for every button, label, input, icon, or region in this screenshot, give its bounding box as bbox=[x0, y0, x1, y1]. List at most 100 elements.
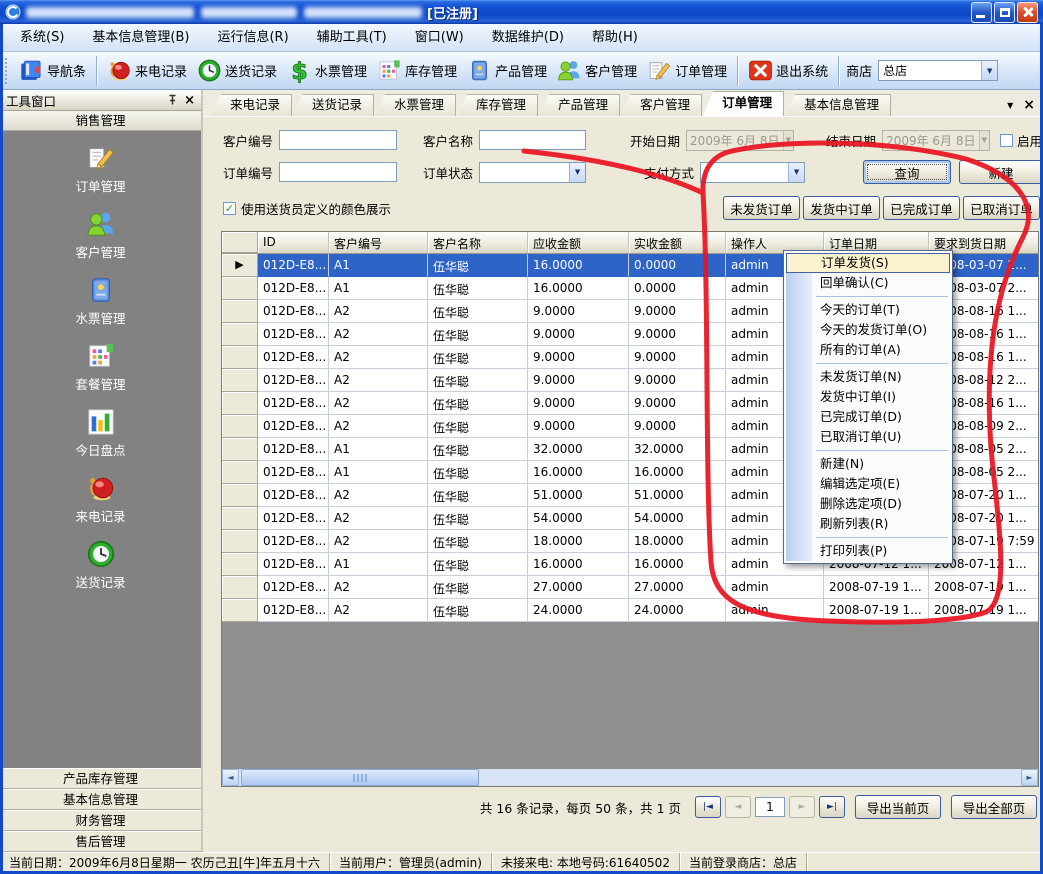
next-page-button[interactable]: ► bbox=[789, 796, 815, 818]
context-menu-item[interactable]: 已取消订单(U) bbox=[784, 427, 952, 447]
export-current-page-button[interactable]: 导出当前页 bbox=[855, 795, 941, 819]
chevron-down-icon[interactable]: ▼ bbox=[981, 61, 997, 80]
query-button[interactable]: 查询 bbox=[863, 160, 951, 184]
toolbar-grip[interactable] bbox=[5, 58, 11, 84]
scroll-left-icon[interactable]: ◄ bbox=[222, 769, 239, 786]
order-status-select[interactable]: ▼ bbox=[479, 162, 586, 183]
sidebar-item-delivery[interactable]: 送货记录 bbox=[0, 539, 201, 591]
last-page-button[interactable]: ►| bbox=[819, 796, 845, 818]
column-header[interactable]: 客户名称 bbox=[428, 232, 528, 253]
sidebar-item-packages[interactable]: 套餐管理 bbox=[0, 341, 201, 393]
order-status-filter-button-4[interactable]: 已取消订单 bbox=[963, 196, 1040, 220]
toolbar-button-tickets[interactable]: $水票管理 bbox=[282, 56, 372, 85]
close-button[interactable] bbox=[1017, 2, 1038, 23]
payment-method-select[interactable]: ▼ bbox=[700, 162, 805, 183]
menu-item-6[interactable]: 数据维护(D) bbox=[478, 24, 578, 51]
toolbar-button-orders[interactable]: 订单管理 bbox=[642, 56, 732, 85]
column-header[interactable]: 实收金额 bbox=[629, 232, 726, 253]
context-menu-item[interactable]: 回单确认(C) bbox=[784, 273, 952, 293]
toolbar-button-stock[interactable]: 库存管理 bbox=[372, 56, 462, 85]
context-menu-item[interactable]: 编辑选定项(E) bbox=[784, 474, 952, 494]
horizontal-scrollbar[interactable]: ◄ ► bbox=[222, 769, 1038, 786]
toolbar-button-delivery[interactable]: 送货记录 bbox=[192, 56, 282, 85]
sidebar-item-orders[interactable]: 订单管理 bbox=[0, 143, 201, 195]
tab-8[interactable]: 基本信息管理 bbox=[785, 94, 891, 116]
context-menu-item[interactable]: 今天的发货订单(O) bbox=[784, 320, 952, 340]
tab-3[interactable]: 水票管理 bbox=[375, 94, 456, 116]
toolbar-button-nav[interactable]: 导航条 bbox=[14, 56, 91, 85]
close-icon[interactable]: × bbox=[184, 94, 195, 107]
pin-icon[interactable] bbox=[167, 94, 178, 106]
tab-4[interactable]: 库存管理 bbox=[457, 94, 538, 116]
context-menu-item[interactable]: 已完成订单(D) bbox=[784, 407, 952, 427]
column-header[interactable]: 应收金额 bbox=[528, 232, 629, 253]
menu-item-4[interactable]: 辅助工具(T) bbox=[303, 24, 401, 51]
tab-7[interactable]: 订单管理 bbox=[703, 91, 784, 116]
context-menu-item[interactable]: 发货中订单(I) bbox=[784, 387, 952, 407]
toolbar-button-customers[interactable]: 客户管理 bbox=[552, 56, 642, 85]
start-date-picker[interactable]: 2009年 6月 8日 ▼ bbox=[686, 130, 794, 151]
chevron-down-icon[interactable]: ▼ bbox=[788, 163, 804, 182]
order-status-filter-button-1[interactable]: 未发货订单 bbox=[723, 196, 800, 220]
context-menu-item[interactable]: 新建(N) bbox=[784, 454, 952, 474]
context-menu-item[interactable]: 打印列表(P) bbox=[784, 541, 952, 561]
order-status-filter-button-3[interactable]: 已完成订单 bbox=[883, 196, 960, 220]
deliveryman-color-checkbox[interactable] bbox=[223, 202, 236, 215]
sidebar-section-1[interactable]: 产品库存管理 bbox=[0, 768, 201, 789]
context-menu-item[interactable]: 订单发货(S) bbox=[786, 253, 950, 273]
scroll-right-icon[interactable]: ► bbox=[1021, 769, 1038, 786]
sidebar-section-sales[interactable]: 销售管理 bbox=[0, 111, 201, 131]
chevron-down-icon[interactable]: ▼ bbox=[783, 131, 794, 150]
menu-item-7[interactable]: 帮助(H) bbox=[578, 24, 652, 51]
sidebar-item-calls[interactable]: 来电记录 bbox=[0, 473, 201, 525]
menu-item-3[interactable]: 运行信息(R) bbox=[203, 24, 302, 51]
table-row[interactable]: 012D-E8...A2伍华聪24.000024.0000admin2008-0… bbox=[222, 599, 1038, 622]
customer-name-input[interactable] bbox=[479, 130, 586, 150]
context-menu-item[interactable]: 删除选定项(D) bbox=[784, 494, 952, 514]
menu-item-2[interactable]: 基本信息管理(B) bbox=[78, 24, 203, 51]
tab-1[interactable]: 来电记录 bbox=[211, 94, 292, 116]
end-date-picker[interactable]: 2009年 6月 8日 ▼ bbox=[882, 130, 990, 151]
table-row[interactable]: 012D-E8...A2伍华聪27.000027.0000admin2008-0… bbox=[222, 576, 1038, 599]
toolbar-button-products[interactable]: 产品管理 bbox=[462, 56, 552, 85]
new-button[interactable]: 新建 bbox=[959, 160, 1043, 184]
menu-item-5[interactable]: 窗口(W) bbox=[401, 24, 478, 51]
restore-button[interactable] bbox=[994, 2, 1015, 23]
order-code-input[interactable] bbox=[279, 162, 397, 182]
sidebar-item-inventory-today[interactable]: 今日盘点 bbox=[0, 407, 201, 459]
context-menu-item[interactable]: 未发货订单(N) bbox=[784, 367, 952, 387]
sidebar-section-2[interactable]: 基本信息管理 bbox=[0, 789, 201, 810]
menu-item-1[interactable]: 系统(S) bbox=[6, 24, 78, 51]
first-page-button[interactable]: |◄ bbox=[695, 796, 721, 818]
context-menu-item[interactable]: 刷新列表(R) bbox=[784, 514, 952, 534]
tab-6[interactable]: 客户管理 bbox=[621, 94, 702, 116]
table-cell: A2 bbox=[329, 530, 428, 553]
page-number-input[interactable] bbox=[755, 797, 785, 817]
tab-close-icon[interactable]: × bbox=[1023, 100, 1035, 110]
context-menu-item[interactable]: 今天的订单(T) bbox=[784, 300, 952, 320]
table-cell: A2 bbox=[329, 599, 428, 622]
sidebar-section-3[interactable]: 财务管理 bbox=[0, 810, 201, 831]
minimize-button[interactable] bbox=[971, 2, 992, 23]
scrollbar-thumb[interactable] bbox=[241, 769, 479, 786]
column-header[interactable]: ID bbox=[258, 232, 329, 253]
tab-list-dropdown-icon[interactable]: ▼ bbox=[1007, 101, 1013, 110]
chevron-down-icon[interactable]: ▼ bbox=[979, 131, 990, 150]
customer-code-input[interactable] bbox=[279, 130, 397, 150]
context-menu-item[interactable]: 所有的订单(A) bbox=[784, 340, 952, 360]
tab-2[interactable]: 送货记录 bbox=[293, 94, 374, 116]
sidebar-item-customers[interactable]: 客户管理 bbox=[0, 209, 201, 261]
chevron-down-icon[interactable]: ▼ bbox=[569, 163, 585, 182]
toolbar-button-calls[interactable]: 来电记录 bbox=[102, 56, 192, 85]
order-status-filter-button-2[interactable]: 发货中订单 bbox=[803, 196, 880, 220]
toolbar-button-label: 水票管理 bbox=[315, 61, 367, 80]
column-header[interactable]: 客户编号 bbox=[329, 232, 428, 253]
shop-select[interactable]: 总店▼ bbox=[878, 60, 998, 81]
enable-date-checkbox[interactable] bbox=[1000, 134, 1013, 147]
prev-page-button[interactable]: ◄ bbox=[725, 796, 751, 818]
export-all-pages-button[interactable]: 导出全部页 bbox=[951, 795, 1037, 819]
sidebar-item-tickets[interactable]: 水票管理 bbox=[0, 275, 201, 327]
toolbar-button-exit[interactable]: 退出系统 bbox=[743, 56, 833, 85]
tab-5[interactable]: 产品管理 bbox=[539, 94, 620, 116]
sidebar-section-4[interactable]: 售后管理 bbox=[0, 831, 201, 852]
